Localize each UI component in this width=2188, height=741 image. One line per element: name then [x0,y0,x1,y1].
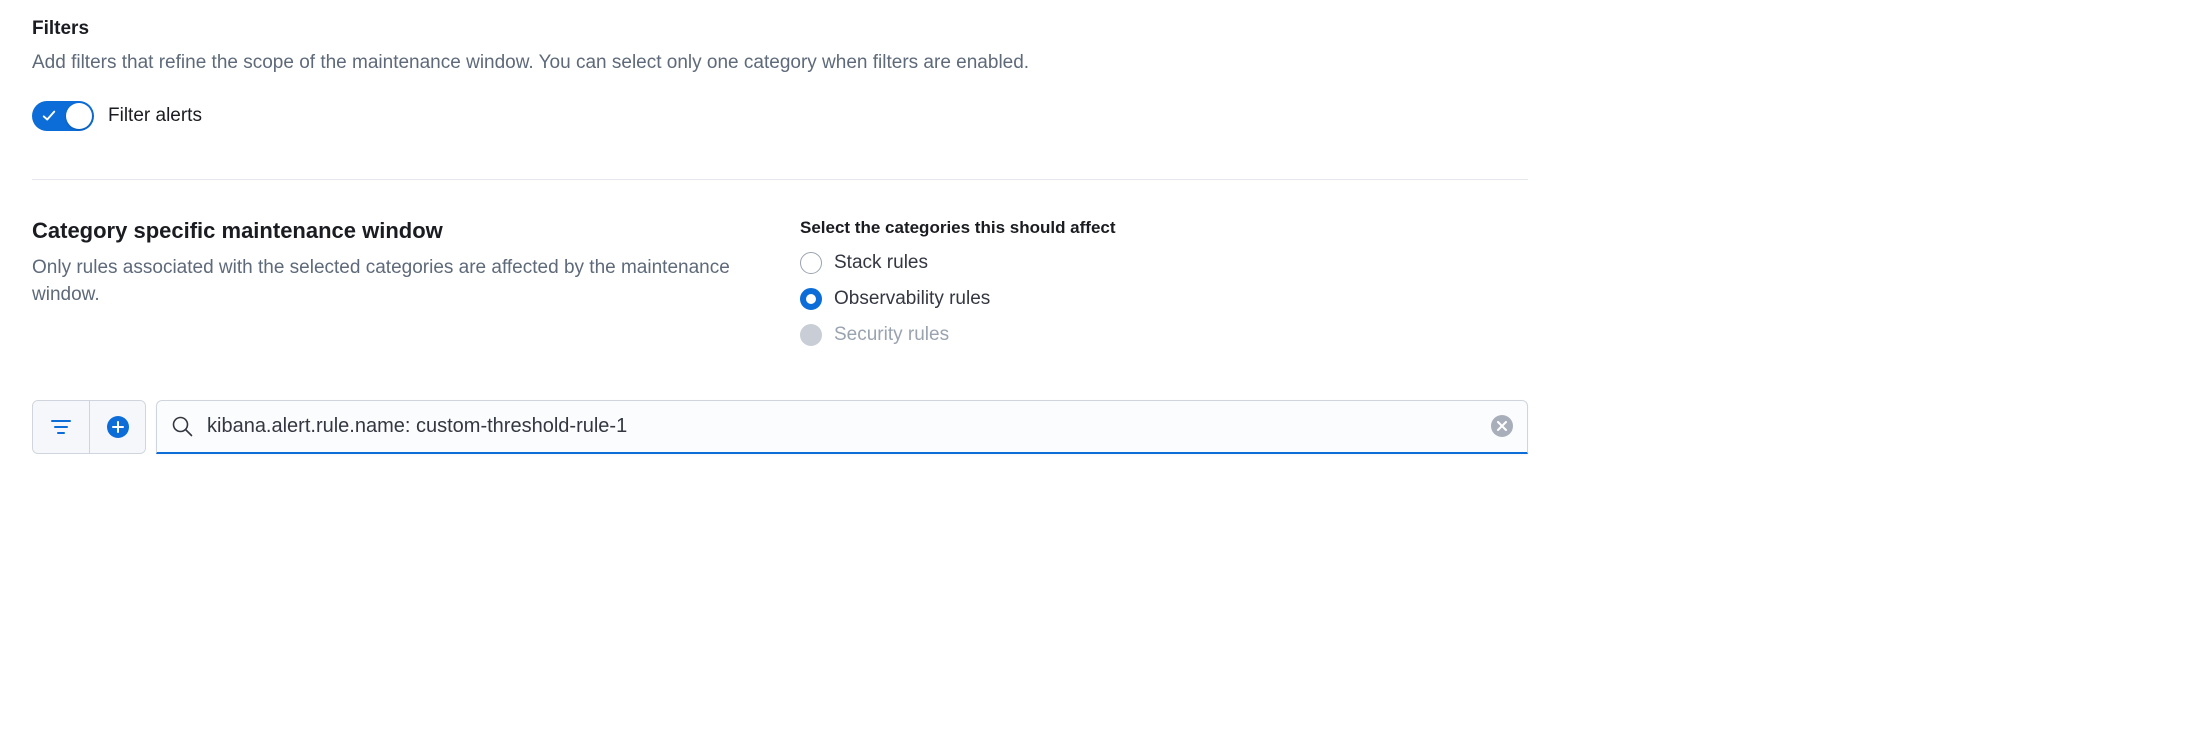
filter-menu-button[interactable] [33,401,89,453]
close-icon [1497,421,1507,431]
filter-icon [51,419,71,435]
radio-stack-rules[interactable]: Stack rules [800,252,1528,274]
radio-input-observability[interactable] [800,288,822,310]
filters-description: Add filters that refine the scope of the… [32,50,1528,77]
category-section: Category specific maintenance window Onl… [32,218,1528,360]
radio-observability-rules[interactable]: Observability rules [800,288,1528,310]
category-description: Only rules associated with the selected … [32,254,760,309]
radio-security-rules: Security rules [800,324,1528,346]
filters-section: Filters Add filters that refine the scop… [32,18,1528,131]
filters-title: Filters [32,18,1528,40]
radio-input-stack[interactable] [800,252,822,274]
filter-alerts-toggle-row: Filter alerts [32,101,1528,131]
query-input[interactable] [207,415,1491,438]
switch-knob [66,103,92,129]
category-title: Category specific maintenance window [32,218,760,244]
radio-input-security [800,324,822,346]
radio-label-security: Security rules [834,324,949,346]
query-bar [32,400,1528,454]
filter-alerts-switch[interactable] [32,101,94,131]
radio-label-observability: Observability rules [834,288,990,310]
search-icon [171,415,193,437]
check-icon [42,109,56,123]
divider [32,179,1528,180]
radio-label-stack: Stack rules [834,252,928,274]
filter-button-group [32,400,146,454]
category-right: Select the categories this should affect… [800,218,1528,360]
clear-query-button[interactable] [1491,415,1513,437]
category-left: Category specific maintenance window Onl… [32,218,760,360]
filter-alerts-label: Filter alerts [108,105,202,127]
add-filter-button[interactable] [89,401,145,453]
category-select-heading: Select the categories this should affect [800,218,1528,238]
query-input-container[interactable] [156,400,1528,454]
plus-icon [107,416,129,438]
